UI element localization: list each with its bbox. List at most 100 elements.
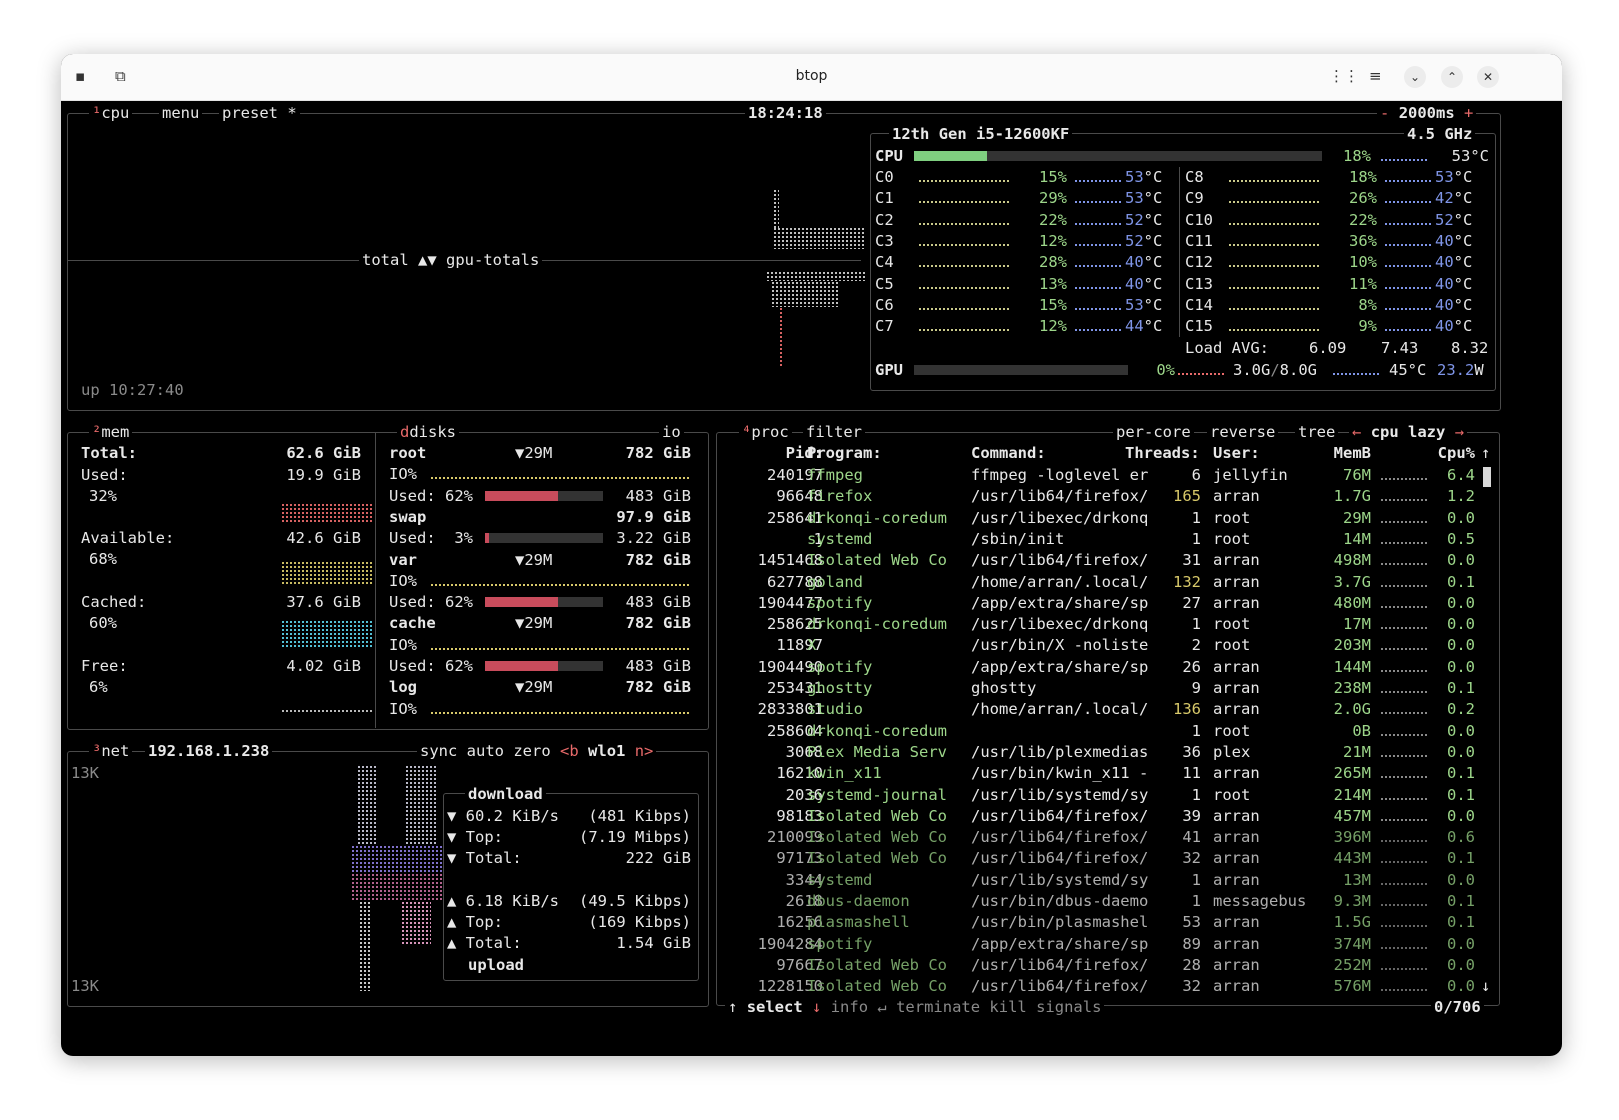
gpu-power: 23.2W [1437,361,1484,379]
terminate-button[interactable]: terminate [896,998,980,1016]
core-name: C15 [1185,317,1213,336]
proc-command: /sbin/init [971,529,1065,548]
proc-mem: 480M [1333,593,1371,612]
core-pct: 36% [1349,231,1377,250]
disk-used-fill [485,533,489,544]
proc-mem: 498M [1333,551,1371,570]
filter-button[interactable]: filter [803,423,865,441]
core-name: C12 [1185,253,1213,272]
proc-user: arran [1213,977,1260,996]
core-temp: 40°C [1435,317,1489,335]
disk-used: Used: 62% [389,486,473,505]
proc-cpu: 0.0 [1447,742,1475,761]
core-name: C8 [1185,168,1204,186]
disk-used: Used: 62% [389,593,473,612]
cores-divider [1179,167,1180,337]
proc-threads: 1 [1191,615,1201,634]
scroll-up-arrow[interactable]: ↑ [1481,444,1490,462]
interval-control[interactable]: - 2000ms + [1377,104,1477,122]
menu-button[interactable]: menu [159,104,203,122]
proc-user: messagebus [1213,892,1307,910]
core-temp: 53°C [1125,168,1179,186]
proc-cpu: 0.0 [1447,870,1475,889]
kill-button[interactable]: kill [989,998,1026,1016]
proc-command: /usr/lib64/firefox/ [971,487,1149,506]
cpu-graph-label: total ▲▼ gpu-totals [359,251,543,269]
download-graph-b [405,765,437,845]
grid-icon[interactable]: ⋮⋮ [1329,66,1359,86]
proc-mem: 21M [1343,742,1371,761]
core-temp: 53°C [1435,168,1489,186]
tree-toggle[interactable]: tree [1295,423,1339,441]
col-command[interactable]: Command: [971,444,1046,462]
proc-cpu-spark [1381,604,1427,608]
proc-command: /usr/lib64/firefox/ [971,551,1149,570]
proc-program: ffmpeg [807,466,863,484]
proc-program: ghostty [807,679,873,697]
mem-graph [281,503,373,522]
maximize-button[interactable]: ⌃ [1441,66,1463,88]
core-temp-value: 40 [1435,317,1454,336]
proc-threads: 136 [1173,700,1201,719]
minimize-button[interactable]: ⌄ [1404,66,1426,88]
proc-scrollbar[interactable] [1483,467,1491,487]
core-temp-unit: °C [1143,231,1163,250]
proc-mem: 576M [1333,977,1371,996]
io-toggle[interactable]: io [659,423,684,441]
mem-pct: 6% [89,678,108,696]
close-button[interactable]: ✕ [1477,66,1499,88]
proc-threads: 1 [1191,529,1201,548]
mem-disks-divider [375,432,376,728]
upload-graph-a [359,901,371,991]
proc-cpu-spark [1381,881,1427,885]
disk-io-spark [431,475,689,480]
col-threads[interactable]: Threads: [1125,444,1200,462]
per-core-toggle[interactable]: per-core [1113,423,1194,441]
proc-cpu-spark [1381,497,1427,502]
core-name: C11 [1185,231,1213,250]
reverse-toggle[interactable]: reverse [1207,423,1279,441]
col-program[interactable]: Program: [807,444,882,462]
core-pct: 18% [1349,168,1377,186]
proc-program: plasmashell [807,913,910,932]
download-graph-base [351,845,443,873]
core-temp: 42°C [1435,189,1489,207]
info-button[interactable]: info [831,998,868,1016]
core-spark [919,242,1009,246]
proc-cpu-spark [1381,732,1427,736]
core-pct: 12% [1039,317,1067,336]
proc-threads: 41 [1182,828,1201,847]
disk-name: root [389,444,427,462]
proc-user: arran [1213,551,1260,570]
core-temp-value: 40 [1125,274,1144,293]
col-cpu[interactable]: Cpu% [1401,444,1475,462]
proc-cpu: 0.1 [1447,849,1475,868]
hamburger-menu-icon[interactable]: ≡ [1369,66,1382,86]
net-controls[interactable]: sync auto zero <b wlo1 n> [417,742,657,760]
core-temp-value: 53 [1435,168,1454,186]
disk-io-label: IO% [389,699,417,718]
disk-used: Used: 62% [389,657,473,675]
sort-selector[interactable]: ← cpu lazy → [1349,423,1468,441]
signals-button[interactable]: signals [1036,998,1101,1016]
core-temp: 40°C [1435,253,1489,271]
select-button[interactable]: select [747,998,803,1016]
proc-program: systemd [807,870,873,889]
core-temp-spark [1075,263,1121,268]
proc-program: Isolated Web Co [807,955,947,974]
core-temp-value: 40 [1435,253,1454,272]
proc-command: /usr/lib64/firefox/ [971,955,1149,974]
proc-cpu-spark [1381,838,1427,843]
preset-button[interactable]: preset * [219,104,300,122]
proc-user: arran [1213,934,1260,953]
core-temp: 53°C [1125,296,1179,314]
scroll-down-arrow[interactable]: ↓ [1481,977,1490,995]
proc-mem: 9.3M [1333,892,1371,910]
col-mem[interactable]: MemB [1301,444,1371,462]
mem-pct: 32% [89,487,117,505]
core-temp: 40°C [1125,253,1179,271]
download-graph-a [357,765,377,845]
col-user[interactable]: User: [1213,444,1260,462]
net-scale-top: 13K [71,764,99,782]
proc-mem: 238M [1333,679,1371,697]
